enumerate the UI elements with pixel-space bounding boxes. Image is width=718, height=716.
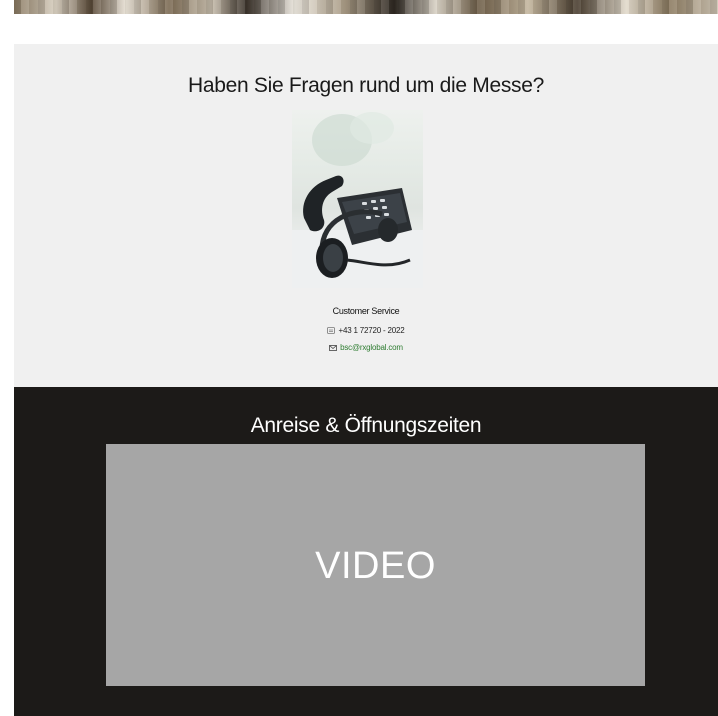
phone-line: +43 1 72720 - 2022 [14, 326, 718, 336]
travel-section-title: Anreise & Öffnungszeiten [250, 414, 482, 437]
header-banner-image [14, 0, 718, 14]
video-placeholder-label: VIDEO [315, 545, 436, 587]
phone-icon [327, 327, 336, 336]
contact-section: Haben Sie Fragen rund um die Messe? Cust… [14, 44, 718, 387]
mail-icon [329, 344, 338, 353]
customer-service-label: Customer Service [332, 306, 400, 316]
travel-opening-hours-section: Anreise & Öffnungszeiten VIDEO [14, 387, 718, 716]
contact-section-title: Haben Sie Fragen rund um die Messe? [187, 74, 545, 97]
phone-number[interactable]: +43 1 72720 - 2022 [338, 326, 404, 335]
headset-phone-photo [292, 110, 423, 288]
email-line: bsc@rxglobal.com [14, 343, 718, 353]
email-link[interactable]: bsc@rxglobal.com [340, 343, 403, 352]
video-player[interactable]: VIDEO [106, 444, 645, 686]
